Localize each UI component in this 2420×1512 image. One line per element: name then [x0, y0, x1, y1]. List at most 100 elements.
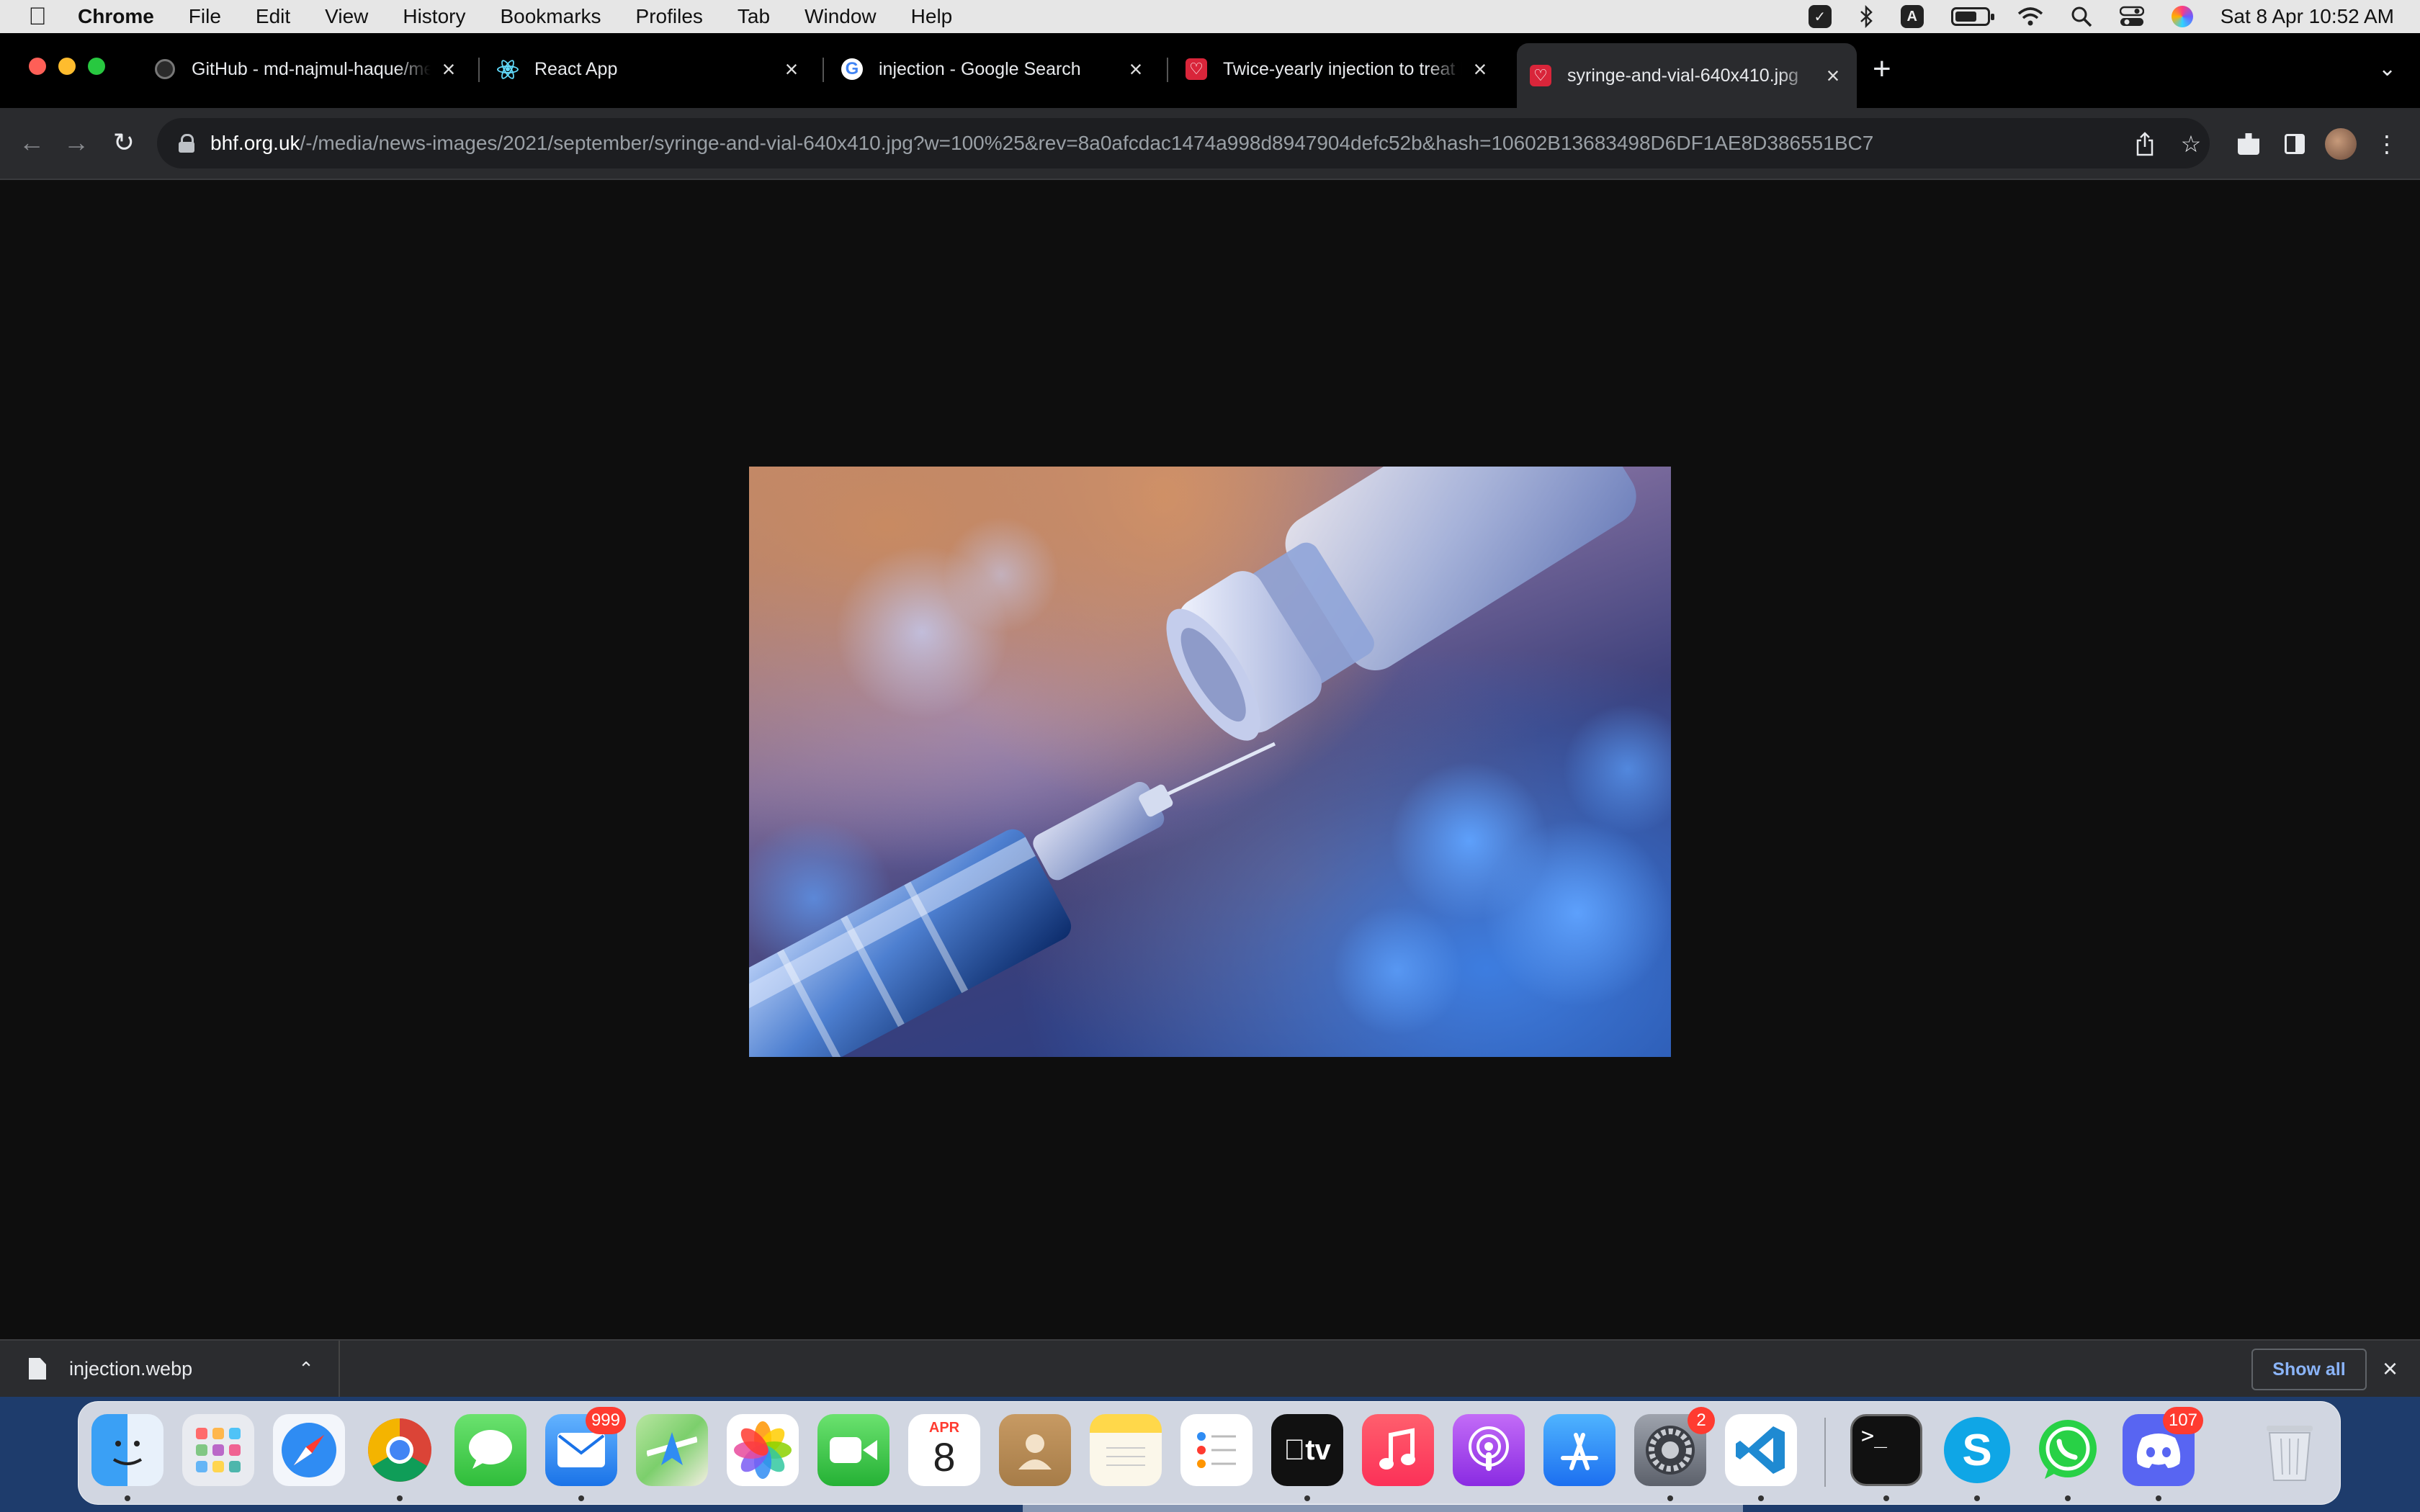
show-all-downloads-button[interactable]: Show all [2251, 1349, 2367, 1390]
new-tab-button[interactable]: + [1873, 52, 1891, 86]
menu-bookmarks[interactable]: Bookmarks [483, 5, 618, 28]
tab-title: Twice-yearly injection to treat h [1223, 58, 1462, 79]
dock: 999 APR 8 tv 2 [78, 1401, 2341, 1505]
tv-label: tv [1294, 1434, 1331, 1466]
photos-icon[interactable] [727, 1414, 799, 1486]
menu-app-name[interactable]: Chrome [75, 5, 171, 28]
tab-close-icon[interactable]: × [1822, 63, 1844, 89]
siri-icon[interactable] [2171, 4, 2193, 29]
facetime-icon[interactable] [817, 1414, 889, 1486]
menu-tab[interactable]: Tab [720, 5, 787, 28]
settings-icon[interactable]: 2 [1634, 1407, 1715, 1486]
spotlight-icon[interactable] [2071, 4, 2092, 29]
menu-help[interactable]: Help [894, 5, 970, 28]
window-controls [29, 58, 105, 75]
notes-icon[interactable] [1090, 1414, 1162, 1486]
tab-title: syringe-and-vial-640x410.jpg [1567, 65, 1799, 86]
menubar-clock[interactable]: Sat 8 Apr 10:52 AM [2220, 5, 2394, 28]
more-menu-icon[interactable]: ⋮ [2371, 128, 2403, 160]
menu-window[interactable]: Window [787, 5, 894, 28]
bhf-icon: ♡ [1530, 65, 1551, 86]
tab-image-active[interactable]: ♡ syringe-and-vial-640x410.jpg × [1517, 43, 1857, 108]
launchpad-icon[interactable] [182, 1414, 254, 1486]
chrome-icon[interactable] [364, 1414, 436, 1486]
tab-bhf-article[interactable]: ♡ Twice-yearly injection to treat h × [1173, 43, 1504, 95]
chevron-up-icon[interactable]: ⌃ [288, 1358, 324, 1380]
input-source-icon[interactable]: A [1900, 4, 1924, 29]
reload-button[interactable]: ↻ [107, 125, 141, 160]
calendar-day: 8 [933, 1434, 956, 1480]
control-center-icon[interactable] [2119, 4, 2144, 29]
calendar-icon[interactable]: APR 8 [908, 1414, 980, 1486]
image-viewer-page [0, 180, 2420, 1339]
skype-letter: S [1944, 1417, 2010, 1483]
browser-toolbar: ← → ↻ bhf.org.uk/-/media/news-images/202… [0, 108, 2420, 180]
address-bar[interactable]: bhf.org.uk/-/media/news-images/2021/sept… [157, 118, 2210, 168]
running-indicator [1883, 1495, 1889, 1501]
tab-google-search[interactable]: G injection - Google Search × [828, 43, 1160, 95]
tab-close-icon[interactable]: × [438, 56, 460, 83]
settings-badge: 2 [1688, 1407, 1715, 1434]
tab-separator [1167, 58, 1168, 82]
running-indicator [1667, 1495, 1673, 1501]
forward-button[interactable]: → [59, 125, 94, 160]
menu-history[interactable]: History [385, 5, 483, 28]
whatsapp-icon[interactable] [2032, 1414, 2104, 1486]
tab-separator [478, 58, 480, 82]
menu-edit[interactable]: Edit [238, 5, 308, 28]
dock-divider [1824, 1418, 1826, 1487]
url-path: /-/media/news-images/2021/september/syri… [300, 132, 1874, 154]
running-indicator [397, 1495, 403, 1501]
safari-icon[interactable] [273, 1414, 345, 1486]
mail-icon[interactable]: 999 [545, 1407, 626, 1486]
finder-icon[interactable] [91, 1414, 163, 1486]
github-icon [154, 58, 176, 80]
download-item[interactable]: injection.webp ⌃ [0, 1341, 340, 1397]
skype-icon[interactable]: S [1941, 1414, 2013, 1486]
menu-file[interactable]: File [171, 5, 238, 28]
tab-title: injection - Google Search [879, 58, 1081, 79]
apple-menu-icon[interactable]:  [0, 3, 75, 31]
profile-avatar[interactable] [2325, 128, 2357, 160]
menu-profiles[interactable]: Profiles [619, 5, 720, 28]
discord-icon[interactable]: 107 [2123, 1407, 2203, 1486]
checkbox-icon[interactable]: ✓ [1808, 4, 1832, 29]
lock-icon[interactable] [177, 134, 196, 153]
tab-search-chevron-icon[interactable]: ⌄ [2378, 56, 2396, 81]
maps-icon[interactable] [636, 1414, 708, 1486]
wifi-icon[interactable] [2017, 4, 2043, 29]
share-icon[interactable] [2129, 128, 2161, 160]
address-url[interactable]: bhf.org.uk/-/media/news-images/2021/sept… [210, 132, 1873, 155]
extensions-puzzle-icon[interactable] [2233, 128, 2264, 160]
contacts-icon[interactable] [999, 1414, 1071, 1486]
chrome-window: GitHub - md-najmul-haque/me × React App … [0, 33, 2420, 1397]
messages-icon[interactable] [454, 1414, 526, 1486]
close-download-shelf-icon[interactable]: × [2383, 1354, 2398, 1384]
tab-github[interactable]: GitHub - md-najmul-haque/me × [141, 43, 472, 95]
bluetooth-icon[interactable] [1859, 4, 1873, 29]
syringe-vial-image[interactable] [749, 467, 1671, 1057]
minimize-window-button[interactable] [58, 58, 76, 75]
close-window-button[interactable] [29, 58, 46, 75]
tab-close-icon[interactable]: × [1469, 56, 1491, 83]
podcasts-icon[interactable] [1453, 1414, 1525, 1486]
reminders-icon[interactable] [1180, 1414, 1252, 1486]
app-store-icon[interactable] [1543, 1414, 1615, 1486]
back-button[interactable]: ← [14, 125, 49, 160]
trash-icon[interactable] [2254, 1414, 2326, 1486]
discord-badge: 107 [2162, 1407, 2203, 1434]
react-icon [497, 58, 519, 81]
menu-view[interactable]: View [308, 5, 385, 28]
terminal-icon[interactable]: >_ [1850, 1414, 1922, 1486]
battery-icon[interactable] [1950, 4, 1994, 29]
tab-close-icon[interactable]: × [1125, 56, 1147, 83]
zoom-window-button[interactable] [88, 58, 105, 75]
tab-react-app[interactable]: React App × [484, 43, 815, 95]
tv-icon[interactable]: tv [1271, 1414, 1343, 1486]
bookmark-star-icon[interactable]: ☆ [2175, 128, 2207, 160]
music-icon[interactable] [1362, 1414, 1434, 1486]
vscode-icon[interactable] [1725, 1414, 1797, 1486]
side-panel-icon[interactable] [2279, 128, 2311, 160]
tab-close-icon[interactable]: × [781, 56, 802, 83]
google-icon: G [841, 58, 863, 80]
